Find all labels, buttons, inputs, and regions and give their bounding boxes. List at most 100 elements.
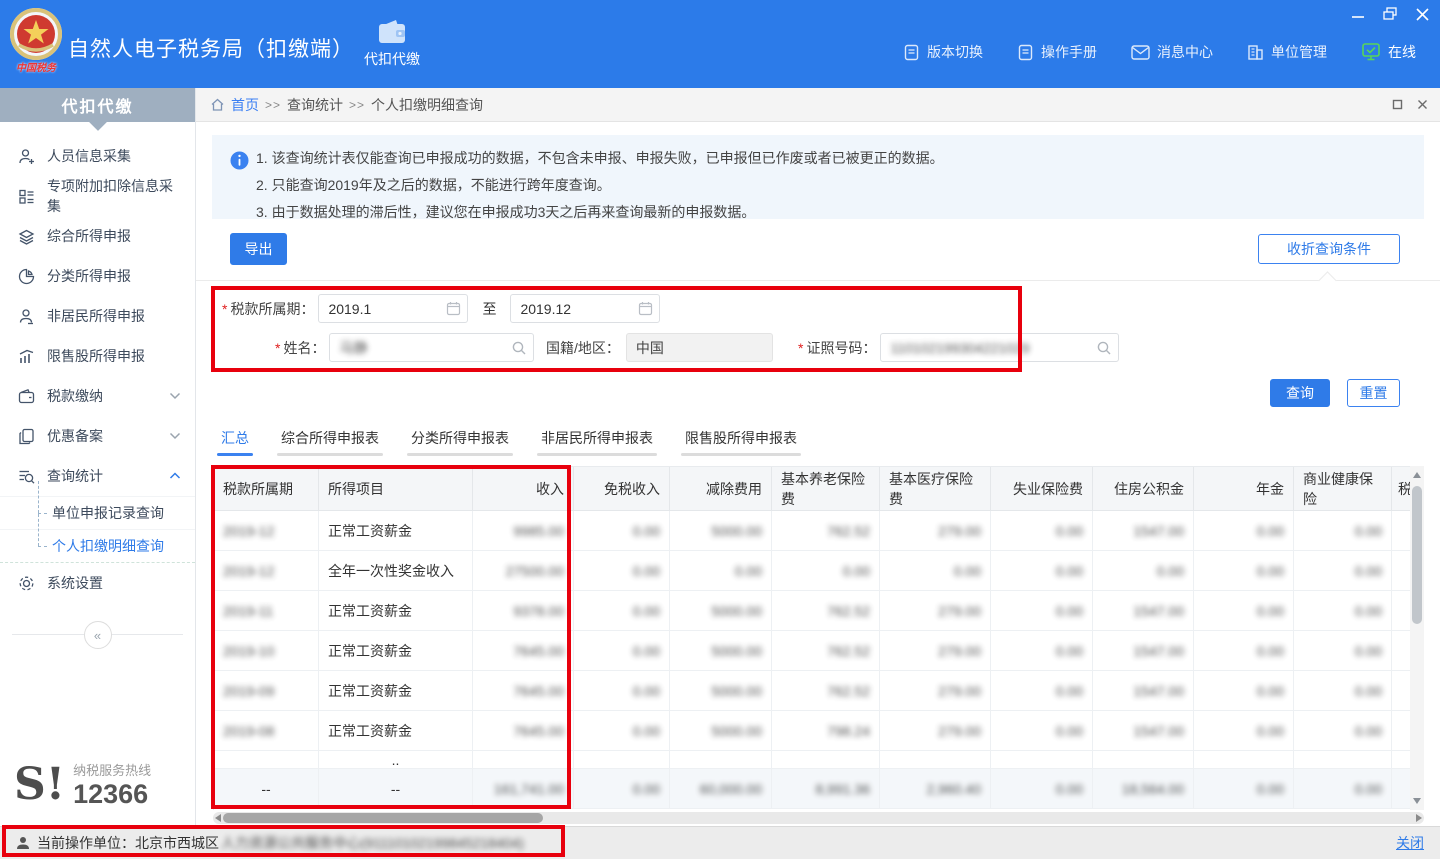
cell-value: 762.52	[827, 523, 870, 539]
horizontal-scroll-thumb[interactable]	[223, 813, 543, 823]
pane-controls	[1392, 88, 1428, 121]
table-row[interactable]: 2019-12正常工资薪金9985.000.005000.00762.52279…	[214, 511, 1410, 551]
sidebar-item-restricted-stock[interactable]: 限售股所得申报	[0, 336, 195, 376]
table-row[interactable]: 2019-11正常工资薪金9378.000.005000.00762.52279…	[214, 591, 1410, 631]
sidebar-item-nonresident-income[interactable]: 非居民所得申报	[0, 296, 195, 336]
reset-button[interactable]: 重置	[1347, 379, 1400, 407]
info-icon	[230, 151, 249, 170]
sidebar-item-personnel-info[interactable]: 人员信息采集	[0, 136, 195, 176]
scroll-right-icon[interactable]	[1416, 814, 1422, 822]
scroll-left-icon[interactable]	[215, 814, 221, 822]
table-row[interactable]: 2019-08正常工资薪金7645.000.005000.00798.24279…	[214, 711, 1410, 751]
column-header-12[interactable]: 税	[1392, 467, 1410, 511]
cell-value: 0.00	[633, 523, 660, 539]
period-end-input[interactable]: 2019.12	[510, 294, 660, 323]
tax-emblem-logo: 中国税务	[8, 7, 64, 81]
table-cell: 0.00	[1194, 591, 1294, 631]
period-start-input[interactable]: 2019.1	[318, 294, 468, 323]
vertical-scrollbar[interactable]	[1410, 466, 1424, 810]
table-cell	[1392, 671, 1410, 711]
table-cell: 1547.00	[1093, 631, 1194, 671]
column-header-8[interactable]: 失业保险费	[991, 467, 1093, 511]
column-header-3[interactable]: 收入	[473, 467, 574, 511]
tab-classified-income[interactable]: 分类所得申报表	[407, 428, 513, 456]
breadcrumb-item[interactable]: 查询统计	[287, 95, 343, 115]
menu-item-message-center[interactable]: 消息中心	[1131, 42, 1213, 62]
cell-value: 0.00	[633, 603, 660, 619]
table-cell: 9985.00	[473, 511, 574, 551]
tab-nonresident-income[interactable]: 非居民所得申报表	[537, 428, 657, 456]
sidebar-subitem-unit-declaration-query[interactable]: 单位申报记录查询	[0, 496, 195, 529]
table-row[interactable]: 2019-09正常工资薪金7645.000.005000.00762.52279…	[214, 671, 1410, 711]
query-button[interactable]: 查询	[1270, 379, 1330, 407]
restore-icon[interactable]	[1382, 6, 1398, 22]
menu-item-unit-management[interactable]: 单位管理	[1247, 42, 1327, 62]
sidebar-item-classified-income[interactable]: 分类所得申报	[0, 256, 195, 296]
export-button[interactable]: 导出	[230, 233, 287, 265]
table-cell: 0.00	[1294, 591, 1392, 631]
cell-value: 0.00	[1355, 683, 1382, 699]
search-icon[interactable]	[1096, 340, 1112, 356]
column-header-4[interactable]: 免税收入	[574, 467, 670, 511]
column-header-1[interactable]: 税款所属期	[214, 467, 319, 511]
tab-comprehensive-income[interactable]: 综合所得申报表	[277, 428, 383, 456]
column-header-9[interactable]: 住房公积金	[1093, 467, 1194, 511]
table-cell: 762.52	[772, 631, 880, 671]
column-header-5[interactable]: 减除费用	[670, 467, 772, 511]
calendar-icon[interactable]	[446, 301, 461, 316]
column-header-11[interactable]: 商业健康保险	[1294, 467, 1392, 511]
table-cell	[1392, 631, 1410, 671]
sidebar-item-query-statistics[interactable]: 查询统计	[0, 456, 195, 496]
scroll-down-icon[interactable]	[1413, 798, 1421, 804]
column-header-7[interactable]: 基本医疗保险费	[880, 467, 991, 511]
close-link[interactable]: 关闭	[1396, 833, 1424, 853]
search-icon[interactable]	[511, 340, 527, 356]
table-cell: 0.00	[991, 769, 1093, 809]
table-cell: 0.00	[574, 551, 670, 591]
table-row[interactable]: 2019-10正常工资薪金7645.000.005000.00762.52279…	[214, 631, 1410, 671]
sidebar-item-system-settings[interactable]: 系统设置	[0, 563, 195, 603]
id-number-input[interactable]: 110102199304221029	[880, 333, 1119, 362]
horizontal-scrollbar[interactable]	[213, 812, 1424, 824]
table-cell: 8,991.36	[772, 769, 880, 809]
table-cell: 0.00	[991, 591, 1093, 631]
column-header-2[interactable]: 所得项目	[319, 467, 473, 511]
clipped-row[interactable]: ..	[214, 751, 1410, 769]
tab-restricted-stock[interactable]: 限售股所得申报表	[681, 428, 801, 456]
sidebar-item-preferential-record[interactable]: 优惠备案	[0, 416, 195, 456]
tab-summary[interactable]: 汇总	[217, 428, 253, 456]
sidebar-collapse-button[interactable]: «	[84, 621, 112, 649]
fold-query-conditions-button[interactable]: 收折查询条件	[1258, 234, 1400, 264]
scroll-up-icon[interactable]	[1413, 472, 1421, 478]
column-header-10[interactable]: 年金	[1194, 467, 1294, 511]
menu-item-version-switch[interactable]: 版本切换	[903, 42, 983, 62]
table-cell: 0.00	[991, 671, 1093, 711]
vertical-scroll-thumb[interactable]	[1412, 486, 1422, 624]
sidebar-item-comprehensive-income[interactable]: 综合所得申报	[0, 216, 195, 256]
table-row[interactable]: 2019-12全年一次性奖金收入27500.000.000.000.000.00…	[214, 551, 1410, 591]
calendar-icon[interactable]	[638, 301, 653, 316]
close-icon[interactable]	[1414, 6, 1430, 22]
column-header-6[interactable]: 基本养老保险费	[772, 467, 880, 511]
cell-value: 0.00	[1355, 723, 1382, 739]
sidebar-item-tax-payment[interactable]: 税款缴纳	[0, 376, 195, 416]
menu-item-manual[interactable]: 操作手册	[1017, 42, 1097, 62]
table-cell: 279.00	[880, 631, 991, 671]
query-statistics-submenu: 单位申报记录查询 个人扣缴明细查询	[0, 496, 195, 563]
cell-value: 0.00	[1355, 781, 1382, 797]
tab-underline	[277, 453, 383, 456]
breadcrumb-home[interactable]: 首页	[231, 95, 259, 115]
table-cell: --	[319, 769, 473, 809]
table-cell	[991, 751, 1093, 769]
table-cell: 2,960.40	[880, 769, 991, 809]
module-tab-daikoudaijiao[interactable]: 代扣代缴	[352, 18, 432, 69]
main-content: 首页 >> 查询统计 >> 个人扣缴明细查询 1. 该查询统计表仅能查询已申报成…	[196, 88, 1440, 826]
sidebar-subitem-personal-withholding-query[interactable]: 个人扣缴明细查询	[0, 529, 195, 563]
minimize-icon[interactable]	[1350, 6, 1366, 22]
cell-value: 7645.00	[513, 723, 564, 739]
table-cell: 2019-12	[214, 511, 319, 551]
hotline-logo: S!	[14, 763, 65, 807]
totals-row[interactable]: ----161,741.000.0060,000.008,991.362,960…	[214, 769, 1410, 809]
name-input[interactable]: 马静	[329, 333, 534, 362]
sidebar-item-special-deduction[interactable]: 专项附加扣除信息采集	[0, 176, 195, 216]
